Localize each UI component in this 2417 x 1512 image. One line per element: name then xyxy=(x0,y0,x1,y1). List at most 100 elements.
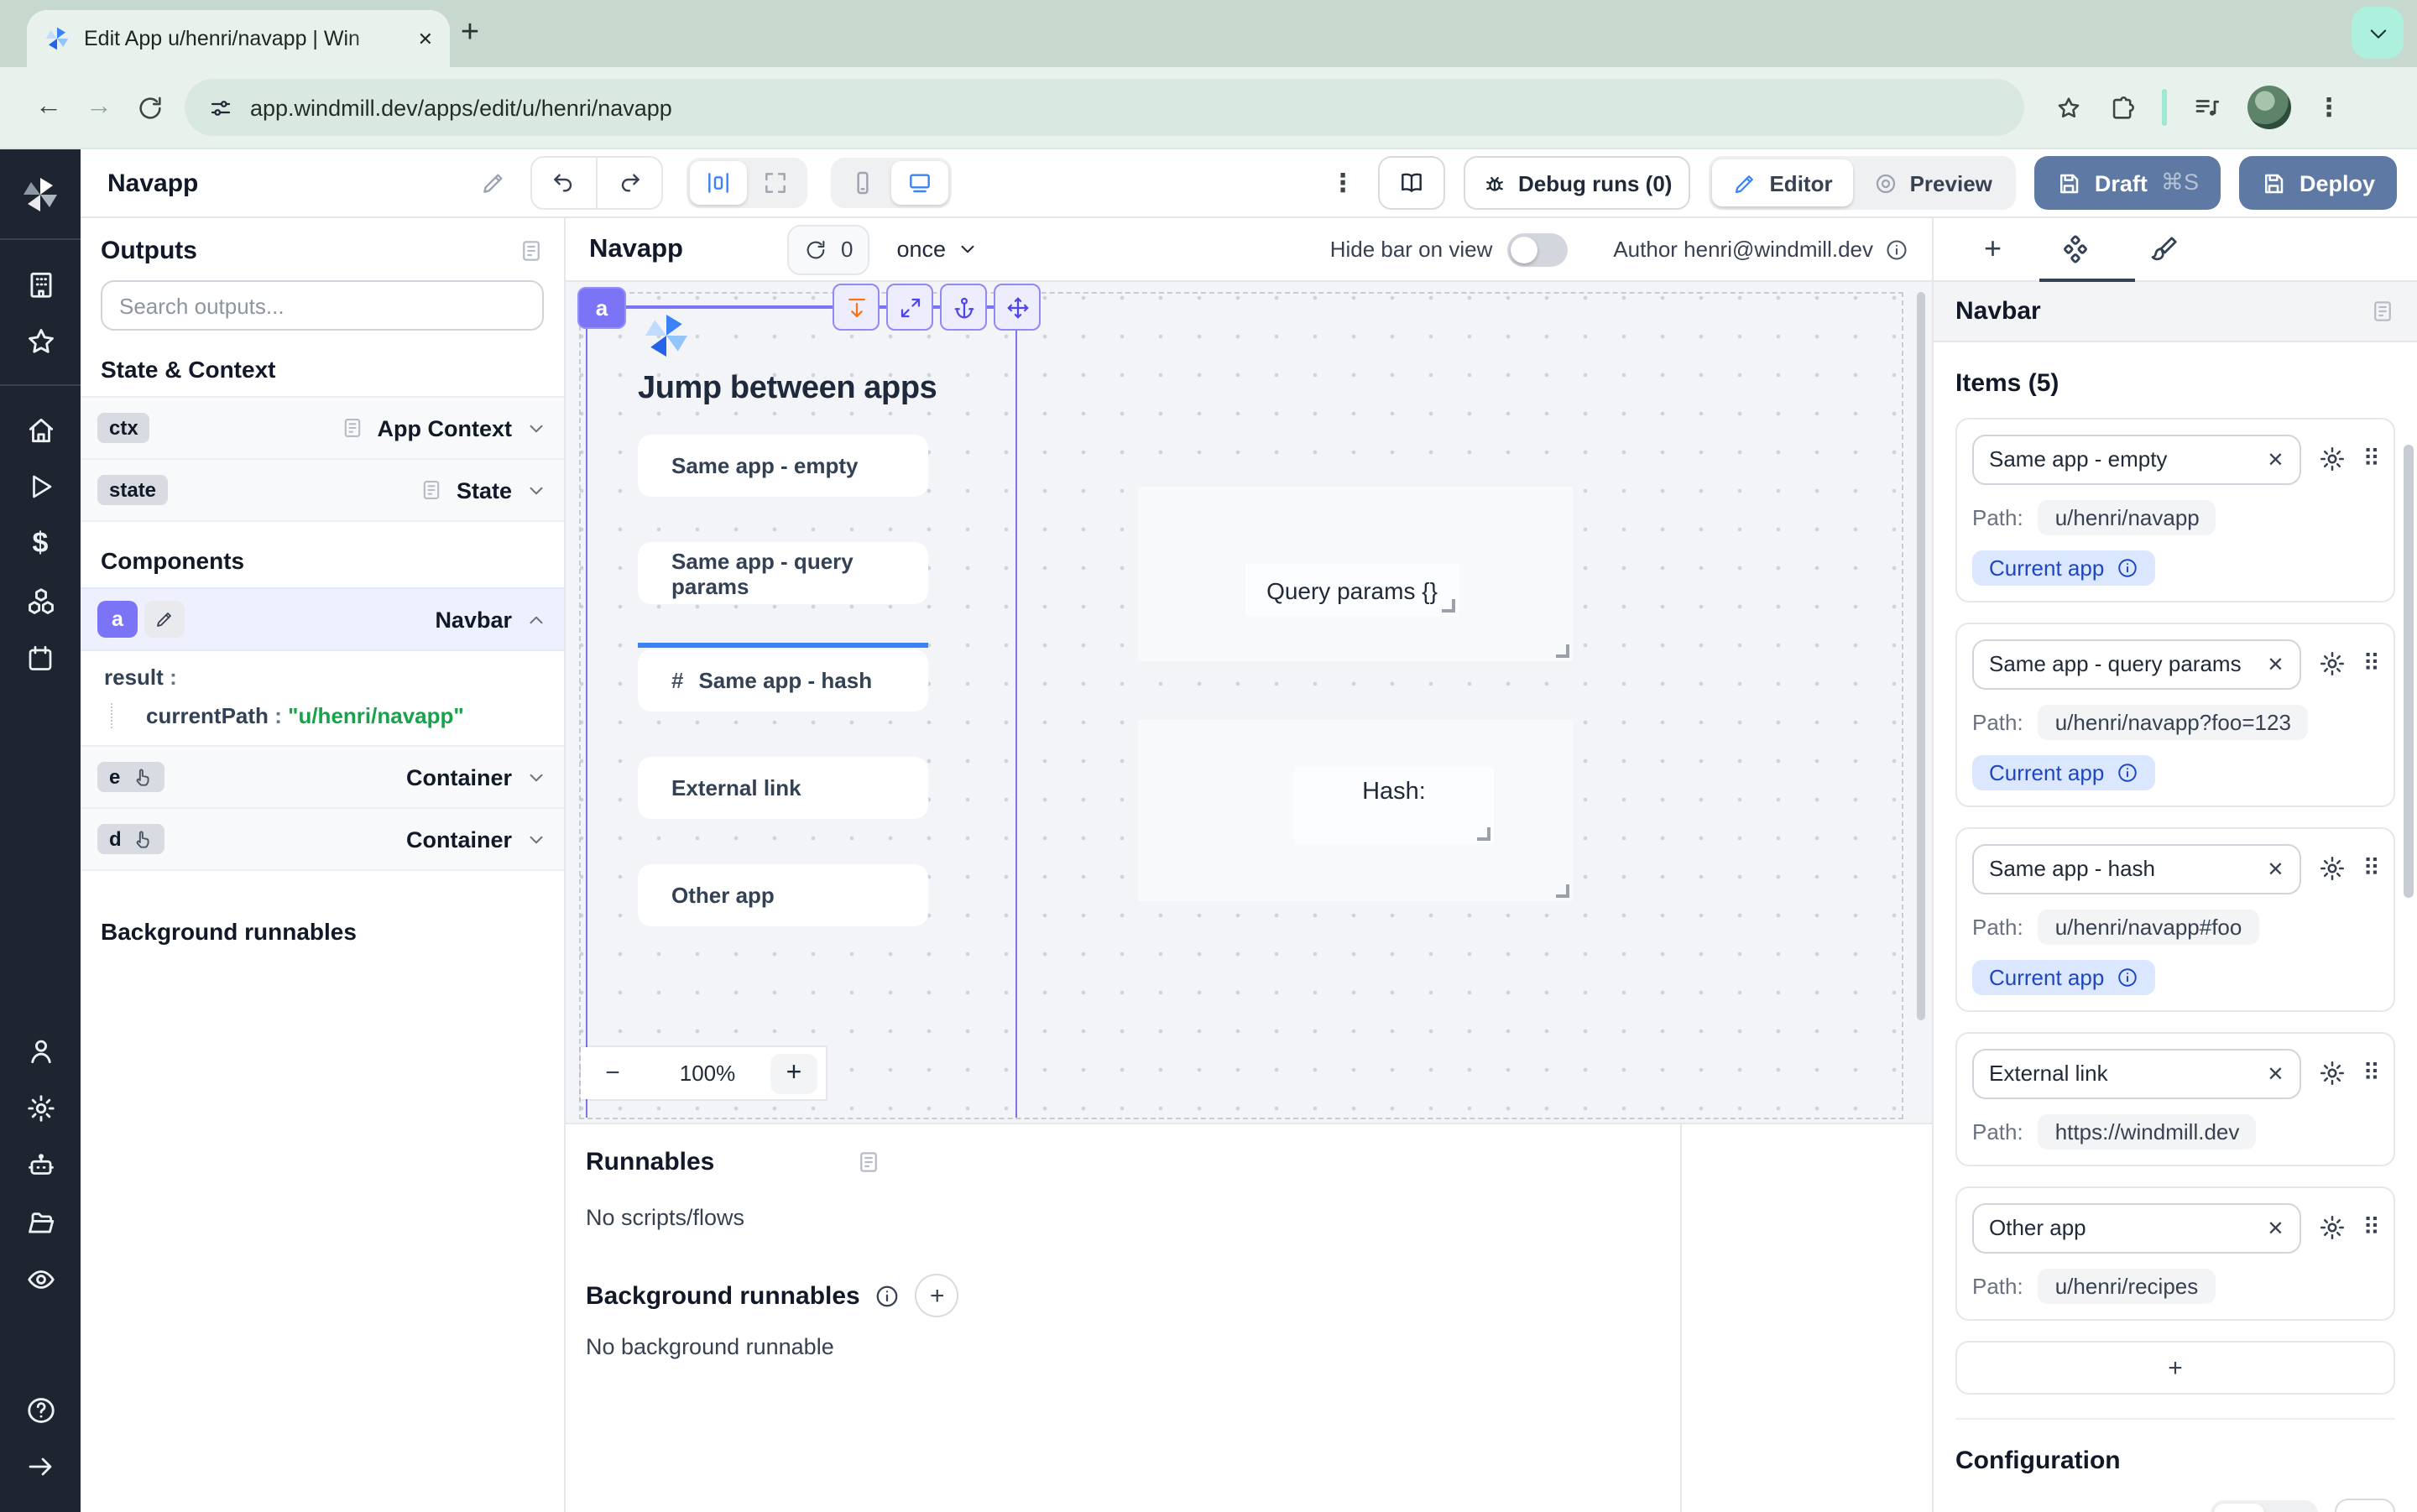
d-chevron-down-icon[interactable] xyxy=(525,828,547,850)
component-row-navbar[interactable]: a Navbar xyxy=(81,587,564,651)
state-doc-icon[interactable] xyxy=(420,478,443,502)
ctx-chevron-down-icon[interactable] xyxy=(525,417,547,439)
container-d[interactable]: Hash: xyxy=(1138,720,1573,901)
sidebar-item-home[interactable] xyxy=(0,401,81,458)
item-label-input[interactable]: Same app - empty ✕ xyxy=(1972,435,2300,485)
clear-label-icon[interactable]: ✕ xyxy=(2267,858,2284,881)
tab-styling[interactable] xyxy=(2148,234,2178,264)
tab-component-settings[interactable] xyxy=(2059,233,2091,265)
debug-runs-button[interactable]: Debug runs (0) xyxy=(1463,156,1690,210)
windmill-logo-icon[interactable] xyxy=(0,166,81,223)
forward-icon[interactable]: → xyxy=(74,92,124,123)
sidebar-item-favorites[interactable] xyxy=(0,312,81,369)
canvas-grid[interactable]: a xyxy=(579,292,1903,1119)
back-icon[interactable]: ← xyxy=(23,92,74,123)
resize-handle[interactable] xyxy=(1442,599,1455,613)
outputs-doc-icon[interactable] xyxy=(519,238,544,263)
new-tab-button[interactable]: + xyxy=(450,13,490,54)
fill-height-button[interactable] xyxy=(833,284,880,331)
move-component-button[interactable] xyxy=(994,284,1041,331)
item-path-chip[interactable]: u/henri/recipes xyxy=(2039,1269,2216,1304)
more-options-icon[interactable]: ⋮ xyxy=(1330,168,1355,198)
item-path-chip[interactable]: u/henri/navapp xyxy=(2039,500,2216,535)
component-row-e[interactable]: e Container xyxy=(81,745,564,809)
item-settings-icon[interactable] xyxy=(2317,445,2346,473)
sidebar-item-runs[interactable] xyxy=(0,458,81,515)
sidebar-item-folders[interactable] xyxy=(0,1193,81,1250)
nav-item-same-app-empty[interactable]: Same app - empty xyxy=(638,435,928,497)
add-background-runnable-button[interactable]: + xyxy=(916,1274,959,1317)
e-chevron-down-icon[interactable] xyxy=(525,766,547,788)
nav-item-other-app[interactable]: Other app xyxy=(638,864,928,926)
sidebar-item-users[interactable] xyxy=(0,1022,81,1079)
query-params-text[interactable]: Query params {} xyxy=(1245,564,1459,616)
clear-label-icon[interactable]: ✕ xyxy=(2267,653,2284,676)
sidebar-item-audit[interactable] xyxy=(0,1250,81,1307)
run-mode-select[interactable]: once xyxy=(896,237,978,262)
zoom-out-button[interactable]: − xyxy=(581,1059,645,1087)
hash-text[interactable]: Hash: xyxy=(1294,767,1494,844)
resize-handle[interactable] xyxy=(1477,827,1490,841)
item-label-input[interactable]: Other app ✕ xyxy=(1972,1203,2300,1254)
sidebar-item-resources[interactable] xyxy=(0,572,81,629)
selected-component-badge[interactable]: a xyxy=(577,287,626,329)
runnables-doc-icon[interactable] xyxy=(856,1150,881,1175)
result-key[interactable]: result xyxy=(104,665,164,690)
deploy-button[interactable]: Deploy xyxy=(2239,156,2397,210)
resize-handle[interactable] xyxy=(1556,884,1569,898)
app-canvas[interactable]: a xyxy=(566,282,1932,1123)
tab-search-button[interactable] xyxy=(2352,7,2404,59)
sidebar-item-settings[interactable] xyxy=(0,1079,81,1136)
ctx-doc-icon[interactable] xyxy=(341,416,364,440)
tab-close-icon[interactable]: ✕ xyxy=(418,28,433,50)
mobile-preview-button[interactable] xyxy=(834,161,891,205)
clear-label-icon[interactable]: ✕ xyxy=(2267,1062,2284,1086)
undo-button[interactable] xyxy=(532,158,596,208)
state-row[interactable]: state State xyxy=(81,460,564,522)
tab-preview[interactable]: Preview xyxy=(1853,159,2012,206)
full-width-layout-button[interactable] xyxy=(747,161,804,205)
item-path-chip[interactable]: u/henri/navapp#foo xyxy=(2039,910,2259,945)
extensions-icon[interactable] xyxy=(2108,93,2137,122)
sidebar-item-workspace[interactable] xyxy=(0,255,81,312)
item-path-chip[interactable]: https://windmill.dev xyxy=(2039,1114,2257,1150)
tab-editor[interactable]: Editor xyxy=(1712,159,1852,206)
ctx-row[interactable]: ctx App Context xyxy=(81,396,564,460)
media-controls-icon[interactable] xyxy=(2192,92,2222,123)
add-item-button[interactable]: + xyxy=(1955,1341,2395,1395)
url-bar[interactable]: app.windmill.dev/apps/edit/u/henri/navap… xyxy=(185,79,2024,136)
item-settings-icon[interactable] xyxy=(2317,649,2346,678)
tab-insert-component[interactable]: + xyxy=(1984,232,2002,267)
canvas-scrollbar[interactable] xyxy=(1917,292,1925,1020)
component-doc-icon[interactable] xyxy=(2370,299,2395,324)
docs-button[interactable] xyxy=(1377,156,1444,210)
drag-handle-icon[interactable]: ⠿ xyxy=(2362,1213,2378,1242)
drag-handle-icon[interactable]: ⠿ xyxy=(2362,445,2378,473)
nav-item-external-link[interactable]: External link xyxy=(638,757,928,819)
zoom-in-button[interactable]: + xyxy=(770,1053,817,1093)
browser-menu-icon[interactable]: ⋮ xyxy=(2316,92,2341,123)
help-icon[interactable] xyxy=(0,1381,81,1438)
navbar-chevron-up-icon[interactable] xyxy=(525,608,547,630)
item-settings-icon[interactable] xyxy=(2317,1213,2346,1242)
redo-button[interactable] xyxy=(596,158,661,208)
collapse-sidebar-icon[interactable] xyxy=(0,1438,81,1495)
fx-expression-button[interactable] xyxy=(2264,1504,2315,1512)
centered-layout-button[interactable] xyxy=(690,161,747,205)
panel-scrollbar[interactable] xyxy=(2404,445,2414,898)
nav-item-hash[interactable]: # Same app - hash xyxy=(638,649,928,712)
nav-item-query-params[interactable]: Same app - query params xyxy=(638,542,928,604)
navbar-edit-id-icon[interactable] xyxy=(144,601,185,638)
resize-handle[interactable] xyxy=(1556,644,1569,658)
static-value-button[interactable] xyxy=(2214,1504,2264,1512)
expand-component-button[interactable] xyxy=(886,284,933,331)
clear-label-icon[interactable]: ✕ xyxy=(2267,448,2284,472)
clear-label-icon[interactable]: ✕ xyxy=(2267,1217,2284,1240)
drag-handle-icon[interactable]: ⠿ xyxy=(2362,649,2378,678)
reload-icon[interactable] xyxy=(124,93,175,122)
hide-bar-toggle[interactable] xyxy=(1507,232,1568,266)
item-label-input[interactable]: Same app - hash ✕ xyxy=(1972,844,2300,894)
component-row-d[interactable]: d Container xyxy=(81,809,564,871)
drag-handle-icon[interactable]: ⠿ xyxy=(2362,1059,2378,1087)
draft-button[interactable]: Draft ⌘S xyxy=(2034,156,2221,210)
